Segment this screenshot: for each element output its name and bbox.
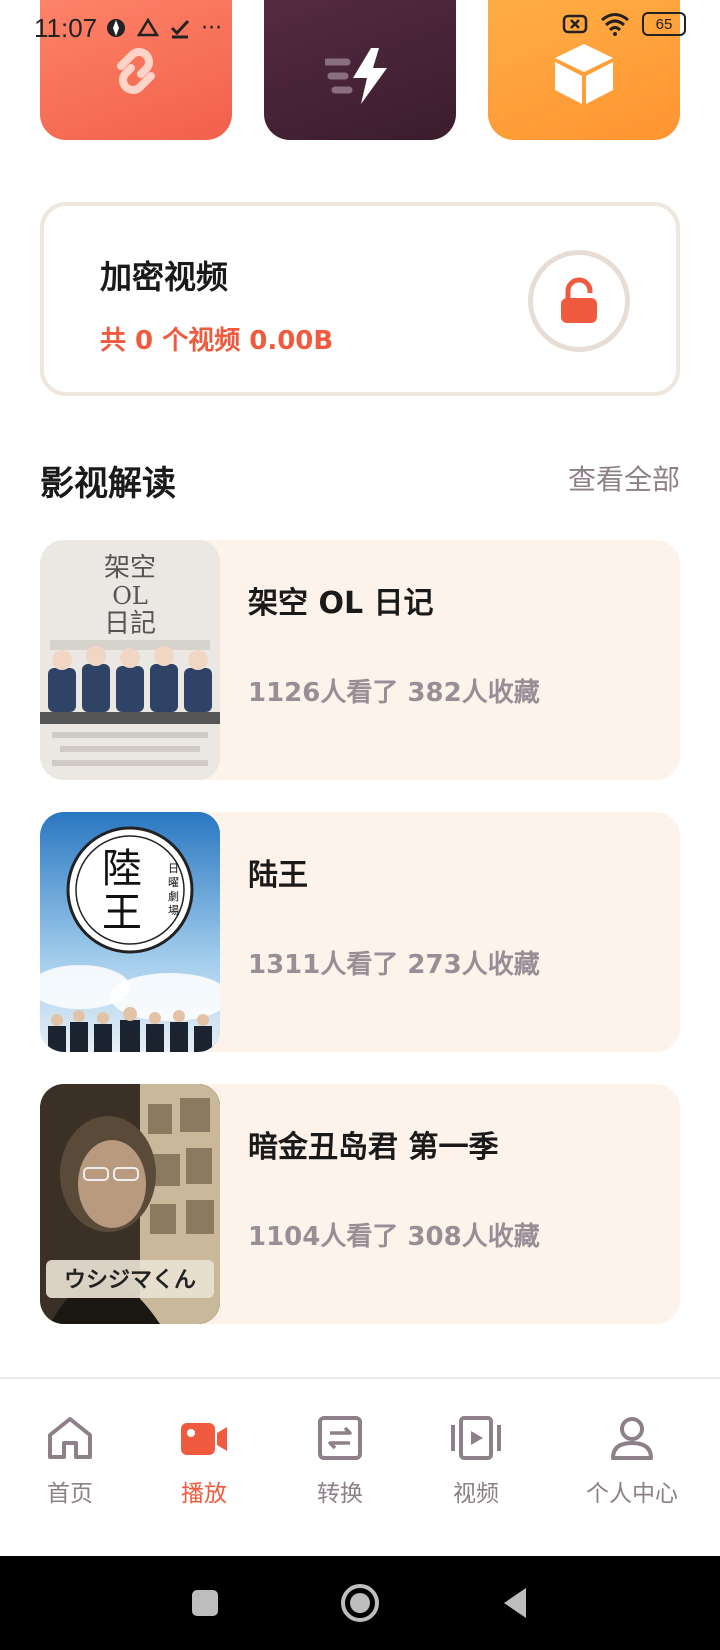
status-time: 11:07 [34, 12, 98, 43]
lock-icon [561, 277, 597, 323]
wifi-icon [601, 13, 629, 36]
status-bar: 11:07 ··· 65 [0, 0, 720, 56]
svg-text:架空: 架空 [104, 553, 156, 583]
see-all-link[interactable]: 查看全部 [568, 458, 680, 498]
tab-play-label: 播放 [181, 1481, 227, 1507]
list-item[interactable]: 陸 王 日 曜 劇 場 陆王 1311人看了 273人收藏 [40, 812, 680, 1052]
item-stats: 1104人看了 308人收藏 [248, 1222, 540, 1252]
item-stats: 1311人看了 273人收藏 [248, 950, 540, 980]
item-title: 暗金丑岛君 第一季 [248, 1130, 499, 1165]
encrypted-summary: 共 0 个视频 0.00B [100, 326, 334, 356]
svg-text:陸: 陸 [102, 846, 142, 892]
svg-text:OL: OL [112, 582, 148, 610]
svg-text:劇: 劇 [168, 889, 179, 903]
item-stats: 1126人看了 382人收藏 [248, 678, 540, 708]
tab-home-label: 首页 [47, 1481, 93, 1507]
status-icons: ··· [105, 16, 222, 41]
encrypted-title: 加密视频 [100, 258, 229, 296]
poster-image: ウシジマくん [40, 1084, 220, 1324]
tab-home[interactable]: 首页 [0, 1410, 140, 1508]
app-screen: 11:07 ··· 65 加密视频 共 0 个视频 0.00B 影视解读 查看全… [0, 0, 720, 1650]
back-button-icon[interactable] [500, 1586, 530, 1620]
user-icon [611, 1417, 653, 1460]
recents-button-icon[interactable] [190, 1588, 220, 1618]
lock-button[interactable] [528, 250, 630, 352]
download-check-icon [171, 19, 190, 39]
bottom-tab-bar: 首页 播放 转换 视频 个人中心 [0, 1410, 720, 1526]
status-right: 65 [562, 12, 686, 36]
list-item[interactable]: 架空 OL 日記 架空 OL 日记 1126人看了 382人收藏 [40, 540, 680, 780]
home-icon [48, 1417, 92, 1459]
list-item[interactable]: ウシジマくん 暗金丑岛君 第一季 1104人看了 308人收藏 [40, 1084, 680, 1324]
aperture-icon [107, 19, 126, 37]
sim-off-icon [562, 14, 588, 34]
item-title: 陆王 [248, 858, 308, 893]
svg-text:曜: 曜 [168, 876, 179, 889]
svg-text:日記: 日記 [104, 609, 156, 639]
tab-video[interactable]: 视频 [406, 1410, 546, 1508]
tab-convert-label: 转换 [317, 1481, 363, 1507]
more-status-icon: ··· [201, 15, 223, 41]
encrypted-videos-card[interactable]: 加密视频 共 0 个视频 0.00B [40, 202, 680, 396]
poster-image: 架空 OL 日記 [40, 540, 220, 780]
tab-convert[interactable]: 转换 [270, 1410, 410, 1508]
drive-icon [137, 17, 160, 37]
home-button-icon[interactable] [340, 1583, 380, 1623]
camera-icon [181, 1423, 227, 1455]
battery-indicator: 65 [642, 12, 686, 36]
poster-image: 陸 王 日 曜 劇 場 [40, 812, 220, 1052]
tab-profile[interactable]: 个人中心 [562, 1410, 702, 1508]
svg-text:日: 日 [168, 862, 179, 875]
item-title: 架空 OL 日记 [248, 586, 434, 621]
svg-text:場: 場 [168, 904, 179, 917]
video-icon [451, 1416, 501, 1460]
movie-list: 架空 OL 日記 架空 OL 日记 1126人看了 382人收藏 陸 王 日 曜… [40, 540, 680, 1356]
system-navigation-bar [0, 1556, 720, 1650]
convert-icon [318, 1416, 362, 1460]
svg-text:ウシジマくん: ウシジマくん [64, 1268, 196, 1293]
tab-profile-label: 个人中心 [586, 1481, 678, 1507]
tab-play[interactable]: 播放 [134, 1410, 274, 1508]
tab-video-label: 视频 [453, 1481, 499, 1507]
section-title: 影视解读 [40, 464, 176, 504]
tabbar-divider [0, 1377, 720, 1379]
svg-text:王: 王 [102, 890, 142, 936]
